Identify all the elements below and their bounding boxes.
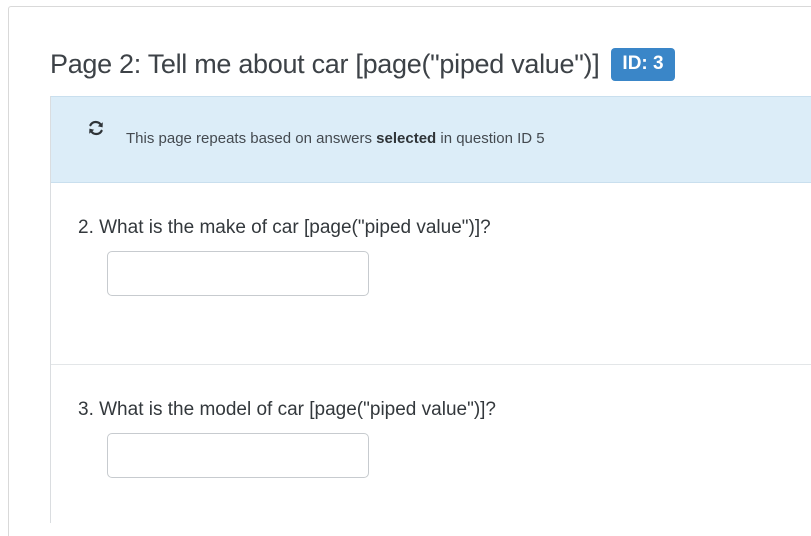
question-label: 2. What is the make of car [page("piped …	[78, 217, 491, 238]
page-content: This page repeats based on answers selec…	[50, 96, 811, 523]
page-title: Page 2: Tell me about car [page("piped v…	[50, 48, 600, 79]
page-header: Page 2: Tell me about car [page("piped v…	[50, 44, 675, 84]
page-id-badge: ID: 3	[611, 47, 675, 81]
car-model-input[interactable]	[107, 433, 369, 478]
repeat-banner: This page repeats based on answers selec…	[51, 96, 811, 183]
question-model: 3. What is the model of car [page("piped…	[51, 365, 811, 523]
question-label: 3. What is the model of car [page("piped…	[78, 399, 496, 420]
repeat-banner-text: This page repeats based on answers selec…	[126, 130, 545, 147]
car-make-input[interactable]	[107, 251, 369, 296]
repeat-icon	[89, 120, 103, 136]
question-make: 2. What is the make of car [page("piped …	[51, 183, 811, 365]
banner-bold-text: selected	[376, 130, 437, 147]
